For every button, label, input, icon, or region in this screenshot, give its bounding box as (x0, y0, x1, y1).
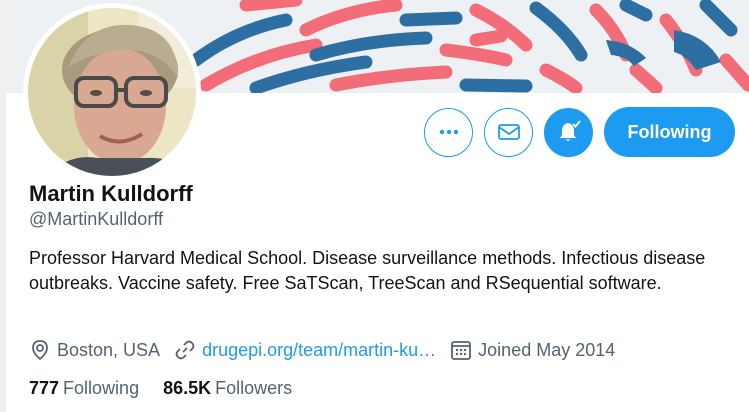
avatar-photo (28, 8, 196, 176)
envelope-icon (497, 124, 520, 140)
profile-stats: 777 Following 86.5K Followers (29, 378, 292, 399)
profile-actions: Following (424, 107, 735, 157)
location-text: Boston, USA (57, 339, 161, 360)
location-pin-icon (32, 340, 48, 361)
following-count: 777 (29, 378, 60, 398)
followers-stat[interactable]: 86.5K Followers (163, 378, 292, 399)
profile-bio: Professor Harvard Medical School. Diseas… (29, 248, 706, 293)
followers-label: Followers (215, 378, 293, 398)
location-item: Boston, USA (29, 339, 160, 361)
website-link[interactable]: drugepi.org/team/martin-ku… (202, 340, 436, 361)
followers-count: 86.5K (163, 378, 212, 398)
message-button[interactable] (484, 107, 533, 157)
joined-item: Joined May 2014 (450, 339, 615, 361)
more-button[interactable] (424, 107, 473, 157)
more-icon (439, 129, 458, 135)
bell-check-icon (559, 120, 581, 141)
link-icon (175, 340, 195, 360)
following-button[interactable]: Following (604, 107, 735, 157)
website-item[interactable]: drugepi.org/team/martin-ku… (174, 339, 436, 361)
avatar[interactable] (28, 8, 196, 176)
joined-text: Joined May 2014 (478, 339, 616, 360)
notifications-button[interactable] (544, 107, 593, 157)
calendar-icon (451, 341, 472, 360)
profile-page: Following Martin Kulldorff @MartinKulldo… (6, 0, 749, 412)
profile-handle: @MartinKulldorff (29, 209, 163, 229)
profile-meta: Boston, USA drugepi.org/team/martin-ku… … (29, 339, 629, 361)
following-label: Following (63, 378, 140, 398)
profile-name: Martin Kulldorff (29, 181, 193, 206)
avatar-frame[interactable] (23, 3, 201, 181)
following-stat[interactable]: 777 Following (29, 378, 139, 399)
